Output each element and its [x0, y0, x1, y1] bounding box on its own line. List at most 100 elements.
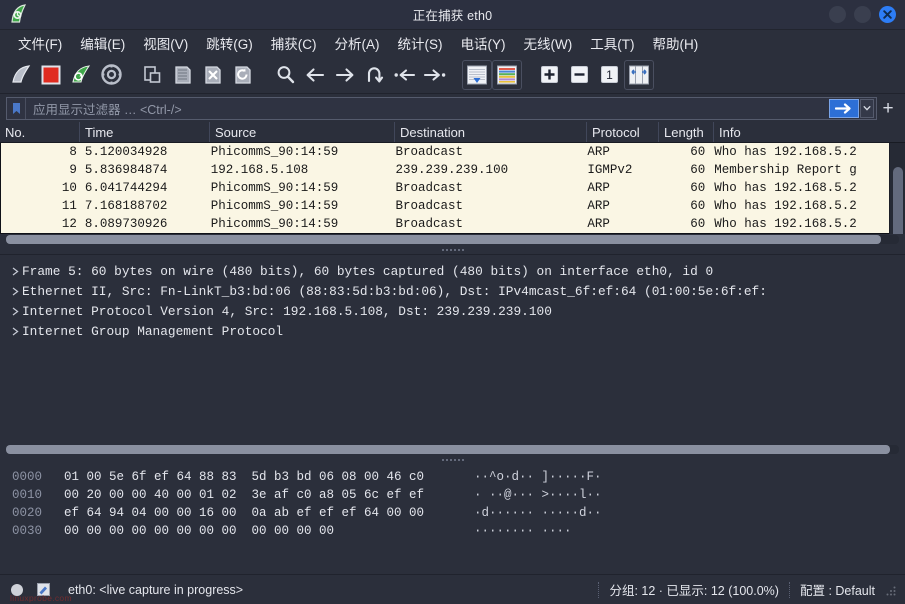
go-to-packet-icon: [367, 66, 384, 82]
close-button[interactable]: [879, 6, 896, 23]
column-header-info[interactable]: Info: [714, 122, 905, 142]
menu-help[interactable]: 帮助(H): [644, 31, 706, 55]
hex-bytes: ef 64 94 04 00 00 16 00 0a ab ef ef ef 6…: [64, 506, 425, 520]
hex-offset: 0020: [12, 506, 43, 520]
scrollbar-track: [6, 235, 899, 244]
capture-options-gear-icon: [100, 64, 122, 85]
detail-ethernet-text: Ethernet II, Src: Fn-LinkT_b3:bd:06 (88:…: [22, 283, 767, 299]
resize-grip-icon[interactable]: [885, 584, 897, 596]
table-row[interactable]: 8 5.120034928 PhicommS_90:14:59 Broadcas…: [1, 143, 889, 161]
menu-tools[interactable]: 工具(T): [582, 31, 642, 55]
zoom-reset-button[interactable]: 1: [594, 60, 624, 90]
menu-analyze[interactable]: 分析(A): [327, 31, 388, 55]
display-filter-input[interactable]: 应用显示过滤器 … <Ctrl-/>: [6, 96, 877, 120]
detail-ipv4[interactable]: Internet Protocol Version 4, Src: 192.16…: [0, 301, 905, 321]
column-header-destination[interactable]: Destination: [395, 122, 587, 142]
menu-wireless[interactable]: 无线(W): [516, 31, 581, 55]
hex-row[interactable]: 0030 00 00 00 00 00 00 00 00 00 00 00 00…: [0, 522, 905, 540]
table-row[interactable]: 11 7.168188702 PhicommS_90:14:59 Broadca…: [1, 197, 889, 215]
minimize-button[interactable]: [829, 6, 846, 23]
open-file-button[interactable]: [138, 60, 168, 90]
cell-time: 6.041744294: [84, 181, 168, 195]
hex-bytes: 00 20 00 00 40 00 01 02 3e af c0 a8 05 6…: [64, 488, 425, 502]
save-file-button[interactable]: [168, 60, 198, 90]
go-to-last-packet-button[interactable]: [420, 60, 450, 90]
cell-info: Who has 192.168.5.2: [714, 199, 857, 213]
column-header-source[interactable]: Source: [210, 122, 395, 142]
menu-capture[interactable]: 捕获(C): [263, 31, 325, 55]
cell-no: 9: [69, 163, 77, 177]
cell-time: 5.836984874: [84, 163, 168, 177]
packet-list-horizontal-scrollbar[interactable]: [0, 234, 905, 246]
cell-length: 60: [690, 181, 706, 195]
go-to-first-packet-button[interactable]: [390, 60, 420, 90]
detail-ethernet[interactable]: Ethernet II, Src: Fn-LinkT_b3:bd:06 (88:…: [0, 281, 905, 301]
toolbar-separator-1: [126, 60, 138, 90]
hex-row[interactable]: 0020 ef 64 94 04 00 00 16 00 0a ab ef ef…: [0, 504, 905, 522]
expand-triangle-icon[interactable]: [8, 327, 22, 336]
scrollbar-thumb[interactable]: [6, 445, 891, 454]
table-row[interactable]: 9 5.836984874 192.168.5.108 239.239.239.…: [1, 161, 889, 179]
menu-view[interactable]: 视图(V): [135, 31, 196, 55]
display-filter-placeholder: 应用显示过滤器 … <Ctrl-/>: [33, 102, 182, 117]
menu-file[interactable]: 文件(F): [10, 31, 70, 55]
menu-go[interactable]: 跳转(G): [198, 31, 261, 55]
apply-filter-button[interactable]: [829, 98, 859, 118]
restart-capture-button[interactable]: [66, 60, 96, 90]
detail-igmp[interactable]: Internet Group Management Protocol: [0, 321, 905, 341]
hex-row[interactable]: 0010 00 20 00 00 40 00 01 02 3e af c0 a8…: [0, 486, 905, 504]
hex-bytes: 01 00 5e 6f ef 64 88 83 5d b3 bd 06 08 0…: [64, 470, 425, 484]
wireshark-fin-logo-icon: [6, 2, 32, 28]
column-header-no[interactable]: No.: [0, 122, 80, 142]
scrollbar-track: [6, 445, 899, 454]
detail-pane-horizontal-scrollbar[interactable]: [0, 444, 905, 456]
cell-length: 60: [690, 145, 706, 159]
go-forward-button[interactable]: [330, 60, 360, 90]
capture-options-button[interactable]: [96, 60, 126, 90]
zoom-in-button[interactable]: [534, 60, 564, 90]
reload-file-button[interactable]: [228, 60, 258, 90]
hex-ascii: ········ ····: [474, 524, 572, 538]
table-row[interactable]: 10 6.041744294 PhicommS_90:14:59 Broadca…: [1, 179, 889, 197]
packet-list-vertical-scrollbar[interactable]: [889, 143, 905, 239]
hex-bytes: 00 00 00 00 00 00 00 00 00 00 00 00: [64, 524, 335, 538]
scrollbar-thumb[interactable]: [893, 167, 903, 239]
detail-ipv4-text: Internet Protocol Version 4, Src: 192.16…: [22, 303, 552, 319]
close-file-button[interactable]: [198, 60, 228, 90]
expand-triangle-icon[interactable]: [8, 287, 22, 296]
bookmark-icon[interactable]: [7, 97, 26, 119]
menu-statistics[interactable]: 统计(S): [390, 31, 451, 55]
filter-bookmark-dropdown[interactable]: [860, 98, 874, 118]
splitter-detail-bytes[interactable]: [0, 456, 905, 464]
start-capture-button[interactable]: [6, 60, 36, 90]
colorize-packet-list-button[interactable]: [492, 59, 522, 90]
hex-offset: 0000: [12, 470, 43, 484]
maximize-button[interactable]: [854, 6, 871, 23]
stop-capture-button[interactable]: [36, 60, 66, 90]
go-back-button[interactable]: [300, 60, 330, 90]
status-bar: eth0: <live capture in progress> 分组: 12 …: [0, 574, 905, 604]
menu-telephony[interactable]: 电话(Y): [453, 31, 514, 55]
column-header-time[interactable]: Time: [80, 122, 210, 142]
menu-edit[interactable]: 编辑(E): [72, 31, 133, 55]
expand-triangle-icon[interactable]: [8, 307, 22, 316]
detail-frame[interactable]: Frame 5: 60 bytes on wire (480 bits), 60…: [0, 261, 905, 281]
menu-statistics-label: 统计(S): [397, 37, 443, 52]
splitter-packetlist-detail[interactable]: [0, 246, 905, 254]
go-to-packet-button[interactable]: [360, 60, 390, 90]
column-header-length[interactable]: Length: [659, 122, 714, 142]
splitter-grip-icon: [441, 249, 464, 251]
auto-scroll-button[interactable]: [462, 59, 492, 90]
profile-text[interactable]: 配置 : Default: [800, 580, 875, 599]
resize-columns-button[interactable]: [624, 59, 654, 90]
cell-no: 11: [61, 199, 77, 213]
expand-triangle-icon[interactable]: [8, 267, 22, 276]
menu-help-label: 帮助(H): [652, 37, 699, 52]
zoom-out-button[interactable]: [564, 60, 594, 90]
find-packet-button[interactable]: [270, 60, 300, 90]
table-row[interactable]: 12 8.089730926 PhicommS_90:14:59 Broadca…: [1, 215, 889, 233]
scrollbar-thumb[interactable]: [6, 235, 882, 244]
hex-row[interactable]: 0000 01 00 5e 6f ef 64 88 83 5d b3 bd 06…: [0, 468, 905, 486]
add-filter-button[interactable]: +: [877, 97, 899, 120]
column-header-protocol[interactable]: Protocol: [587, 122, 659, 142]
